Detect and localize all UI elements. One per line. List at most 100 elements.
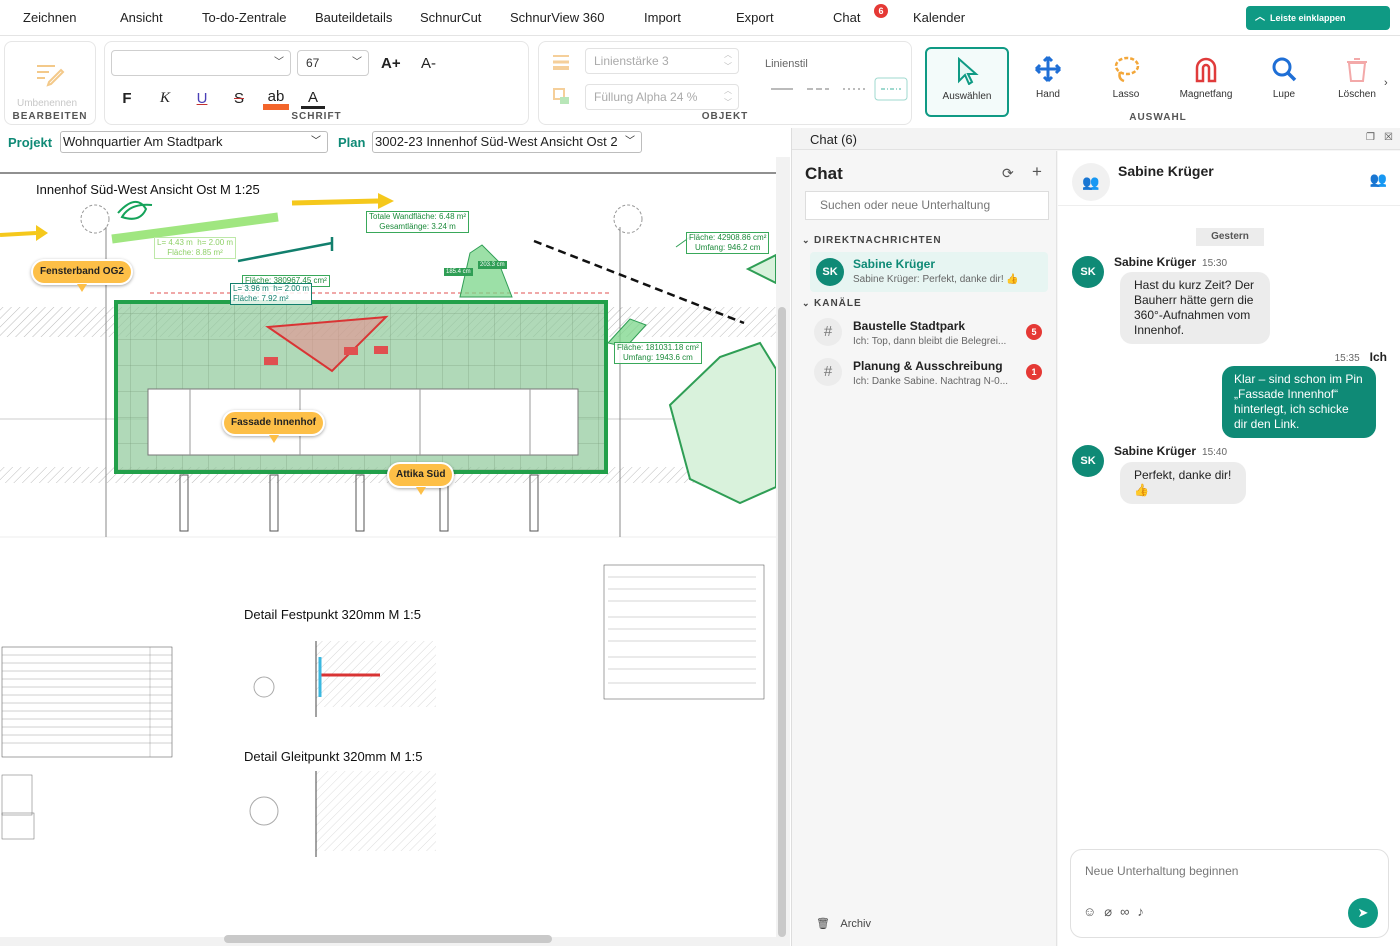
- lasso-icon: [1114, 56, 1140, 83]
- menu-export[interactable]: Export: [736, 10, 774, 25]
- font-color-button[interactable]: A: [301, 90, 325, 109]
- drawing-sheet[interactable]: Innenhof Süd-West Ansicht Ost M 1:25 Det…: [0, 157, 776, 937]
- project-select[interactable]: Wohnquartier Am Stadtpark ﹀: [60, 131, 328, 153]
- pin-attika-sued[interactable]: Attika Süd: [387, 462, 455, 495]
- bold-button[interactable]: F: [115, 90, 139, 107]
- hand-tool-button[interactable]: Hand: [1010, 47, 1086, 115]
- chevron-right-icon[interactable]: ›: [1384, 77, 1388, 89]
- message-sender-name: Sabine Krüger: [1114, 255, 1197, 269]
- measurement-line-1[interactable]: L= 4.43 m h= 2.00 m Fläche: 8.85 m²: [154, 237, 237, 259]
- send-button[interactable]: ➤: [1348, 898, 1378, 928]
- restore-window-icon[interactable]: ❐: [1366, 132, 1375, 143]
- menu-chat[interactable]: Chat: [833, 10, 860, 25]
- menu-bauteildetails[interactable]: Bauteildetails: [315, 10, 392, 25]
- measurement-area-3[interactable]: Fläche: 181031.18 cm² Umfang: 1943.6 cm: [614, 342, 702, 364]
- menu-schnurview-360[interactable]: SchnurView 360: [510, 10, 604, 25]
- measurement-line-2[interactable]: L= 3.96 m h= 2.00 m Fläche: 7.92 m²: [230, 283, 313, 305]
- top-menu-bar: Zeichnen Ansicht To-do-Zentrale Bauteild…: [0, 0, 1400, 36]
- archive-icon: 🗑: [816, 918, 830, 930]
- highlight-button[interactable]: ab: [263, 89, 289, 110]
- fill-icon: [553, 88, 569, 104]
- fill-alpha-input[interactable]: Füllung Alpha 24 % ︿ ﹀: [585, 84, 739, 110]
- channel-item-baustelle-stadtpark[interactable]: # Baustelle Stadtpark Ich: Top, dann ble…: [810, 314, 1048, 354]
- menu-kalender[interactable]: Kalender: [913, 10, 965, 25]
- message-sender-name: Sabine Krüger: [1114, 444, 1197, 458]
- archive-button[interactable]: 🗑 Archiv: [816, 917, 871, 930]
- channel-name: Baustelle Stadtpark: [853, 319, 966, 333]
- lasso-tool-button[interactable]: Lasso: [1088, 47, 1164, 115]
- pin-fassade-innenhof[interactable]: Fassade Innenhof: [222, 410, 326, 443]
- project-bar: Projekt Wohnquartier Am Stadtpark ﹀ Plan…: [0, 128, 790, 156]
- menu-ansicht[interactable]: Ansicht: [120, 10, 163, 25]
- dimension-label[interactable]: 203.3 cm: [478, 261, 507, 269]
- message-time: 15:30: [1202, 258, 1228, 269]
- font-shrink-button[interactable]: A-: [421, 55, 436, 72]
- magnet-tool-label: Magnetfang: [1179, 89, 1233, 100]
- dm-item-sabine-krueger[interactable]: SK Sabine Krüger Sabine Krüger: Perfekt,…: [810, 252, 1048, 292]
- attachment-icon[interactable]: ⌀: [1104, 904, 1120, 919]
- select-tool-button[interactable]: Auswählen: [925, 47, 1009, 117]
- group-avatar-icon: 👥: [1072, 163, 1110, 201]
- section-direct-messages[interactable]: ⌄ DIREKTNACHRICHTEN: [802, 235, 942, 246]
- line-style-options[interactable]: [765, 76, 911, 102]
- plan-canvas[interactable]: Innenhof Süd-West Ansicht Ost M 1:25 Det…: [0, 157, 790, 946]
- chat-unread-badge: 6: [874, 4, 888, 18]
- strikethrough-button[interactable]: S: [227, 90, 251, 107]
- drawing-title-main: Innenhof Süd-West Ansicht Ost M 1:25: [36, 182, 260, 197]
- channel-item-planung-ausschreibung[interactable]: # Planung & Ausschreibung Ich: Danke Sab…: [810, 354, 1048, 394]
- measurement-area-2[interactable]: Fläche: 42908.86 cm² Umfang: 946.2 cm: [686, 232, 770, 254]
- plan-select[interactable]: 3002-23 Innenhof Süd-West Ansicht Ost 2 …: [372, 131, 642, 153]
- collapse-ribbon-label: Leiste einklappen: [1270, 13, 1346, 23]
- chat-search-input[interactable]: Suchen oder neue Unterhaltung: [805, 191, 1049, 220]
- chat-panel-header: Chat (6) ❐ ☒: [792, 128, 1400, 150]
- message-composer[interactable]: Neue Unterhaltung beginnen ☺⌀∞♪ ➤: [1070, 849, 1389, 938]
- microphone-icon[interactable]: ♪: [1137, 904, 1152, 919]
- collapse-ribbon-button[interactable]: ︿ Leiste einklappen: [1246, 6, 1390, 30]
- magnet-tool-button[interactable]: Magnetfang: [1168, 47, 1244, 115]
- measurement-wall-total[interactable]: Totale Wandfläche: 6.48 m² Gesamtlänge: …: [366, 211, 470, 233]
- font-size-select[interactable]: 67 ﹀: [297, 50, 369, 76]
- menu-import[interactable]: Import: [644, 10, 681, 25]
- message-time: 15:35: [1334, 353, 1360, 364]
- plus-icon[interactable]: +: [1032, 162, 1042, 182]
- font-family-select[interactable]: ﹀: [111, 50, 291, 76]
- hash-icon: #: [814, 318, 842, 346]
- chevron-down-icon: ⌄: [802, 235, 811, 245]
- menu-schnurcut[interactable]: SchnurCut: [420, 10, 481, 25]
- delete-tool-button[interactable]: Löschen: [1326, 47, 1388, 115]
- channel-name: Planung & Ausschreibung: [853, 359, 1003, 373]
- line-width-input[interactable]: Linienstärke 3 ︿ ﹀: [585, 48, 739, 74]
- menu-zeichnen[interactable]: Zeichnen: [23, 10, 76, 25]
- horizontal-scrollbar[interactable]: [224, 935, 552, 943]
- fill-alpha-placeholder: Füllung Alpha 24 %: [594, 90, 698, 104]
- dm-preview: Sabine Krüger: Perfekt, danke dir! 👍: [853, 274, 1019, 285]
- underline-button[interactable]: U: [190, 90, 214, 107]
- unread-badge: 5: [1026, 324, 1042, 340]
- font-grow-button[interactable]: A+: [381, 55, 401, 72]
- group-schrift: ﹀ 67 ﹀ A+ A- F K U S ab A SCHRIFT: [104, 41, 529, 125]
- close-window-icon[interactable]: ☒: [1384, 132, 1393, 143]
- day-separator: Gestern: [1196, 228, 1264, 246]
- rename-button[interactable]: Umbenennen: [17, 98, 77, 109]
- section-direct-messages-label: DIREKTNACHRICHTEN: [814, 235, 942, 246]
- emoji-icon[interactable]: ☺: [1083, 904, 1104, 919]
- link-icon[interactable]: ∞: [1120, 904, 1137, 919]
- vertical-scrollbar[interactable]: [778, 307, 786, 937]
- magnifier-icon: [1272, 57, 1297, 82]
- menu-todo-zentrale[interactable]: To-do-Zentrale: [202, 10, 287, 25]
- lasso-tool-label: Lasso: [1112, 89, 1140, 100]
- message-sender-name: Ich: [1369, 350, 1387, 364]
- section-channels-label: KANÄLE: [814, 298, 862, 309]
- dimension-red-label: [344, 347, 359, 355]
- italic-button[interactable]: K: [153, 90, 177, 107]
- archive-label: Archiv: [840, 918, 871, 930]
- zoom-tool-button[interactable]: Lupe: [1246, 47, 1322, 115]
- dimension-label[interactable]: 185.4 cm: [444, 268, 473, 276]
- section-channels[interactable]: ⌄ KANÄLE: [802, 298, 862, 309]
- refresh-icon[interactable]: ⟳: [1002, 165, 1014, 182]
- channel-preview: Ich: Top, dann bleibt die Belegrei...: [853, 336, 1007, 347]
- message-time: 15:40: [1202, 447, 1228, 458]
- pin-fensterband-og2[interactable]: Fensterband OG2: [31, 259, 133, 292]
- members-icon[interactable]: 👥: [1370, 171, 1387, 188]
- plan-label: Plan: [338, 135, 366, 150]
